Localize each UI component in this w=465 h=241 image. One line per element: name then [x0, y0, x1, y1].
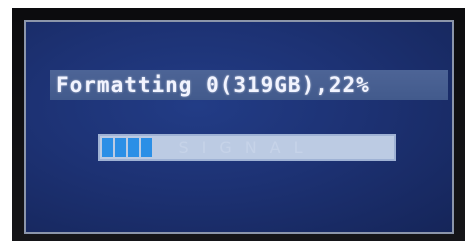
format-progress-bar: SIGNAL	[98, 134, 396, 161]
status-bar: Formatting 0(319GB),22%	[50, 70, 448, 100]
progress-overlay-text: SIGNAL	[178, 138, 316, 157]
photo-background: Formatting 0(319GB),22% SIGNAL	[0, 0, 465, 241]
monitor-screen: Formatting 0(319GB),22% SIGNAL	[24, 20, 454, 234]
format-status-text: Formatting 0(319GB),22%	[56, 73, 370, 97]
